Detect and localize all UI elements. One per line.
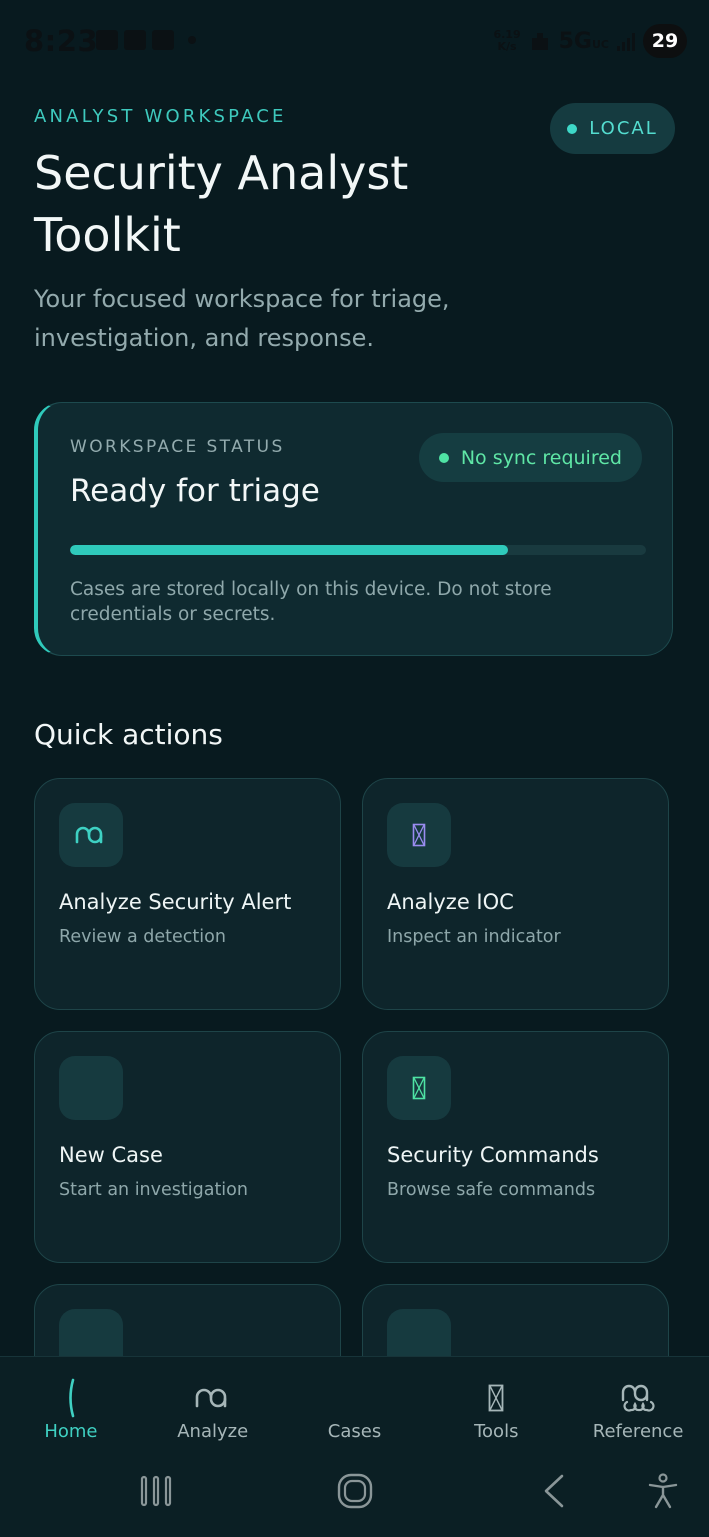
- nav-item-home[interactable]: Home: [0, 1357, 142, 1453]
- nav-item-label: Reference: [592, 1421, 684, 1442]
- missing-glyph-icon: [387, 803, 451, 867]
- nav-item-label: Analyze: [177, 1421, 249, 1442]
- page-subtitle: Your focused workspace for triage, inves…: [34, 285, 450, 352]
- battery-indicator: 29: [643, 24, 687, 58]
- action-card-title: Analyze Security Alert: [59, 890, 292, 914]
- readiness-progress-fill: [70, 545, 508, 555]
- blank-icon: [284, 1379, 426, 1417]
- status-time: 8:23: [24, 24, 99, 58]
- net-speed: 6.19 K/s: [493, 29, 520, 53]
- quick-actions-heading: Quick actions: [34, 718, 223, 751]
- notification-icons: [96, 30, 196, 50]
- net-speed-unit: K/s: [497, 40, 517, 53]
- status-card-value: Ready for triage: [70, 473, 320, 509]
- action-card-subtitle: Inspect an indicator: [387, 927, 561, 947]
- action-card-title: Security Commands: [387, 1143, 599, 1167]
- action-card-subtitle: Browse safe commands: [387, 1180, 596, 1200]
- loop-icon: [142, 1379, 284, 1417]
- more-notifications-icon: [188, 36, 196, 44]
- status-card-note: Cases are stored locally on this device.…: [70, 579, 552, 625]
- action-card-analyze-ioc[interactable]: Analyze IOC Inspect an indicator: [362, 778, 669, 1010]
- nav-item-tools[interactable]: Tools: [425, 1357, 567, 1453]
- action-card-security-commands[interactable]: Security Commands Browse safe commands: [362, 1031, 669, 1263]
- nav-item-label: Tools: [474, 1421, 519, 1442]
- nav-item-reference[interactable]: Reference: [567, 1357, 709, 1453]
- sync-status-badge: No sync required: [418, 433, 642, 482]
- signal-icon: [617, 31, 635, 51]
- action-card-title: Analyze IOC: [387, 890, 514, 914]
- sync-dot-icon: [438, 452, 449, 463]
- notification-app-icon: [96, 30, 118, 50]
- home-system-icon[interactable]: [336, 1471, 374, 1511]
- blank-icon: [59, 1056, 123, 1120]
- network-type: 5GUC: [559, 29, 609, 54]
- status-card-label: WORKSPACE STATUS: [70, 437, 285, 457]
- readiness-progress-bar: [70, 545, 646, 555]
- missing-glyph-icon: [387, 1056, 451, 1120]
- accessibility-icon[interactable]: [646, 1471, 680, 1511]
- mail-icon: [152, 30, 174, 50]
- mode-badge[interactable]: LOCAL: [550, 103, 675, 154]
- notification-app-icon: [124, 30, 146, 50]
- recent-apps-icon[interactable]: [138, 1471, 174, 1511]
- hotspot-icon: [531, 33, 548, 50]
- network-sub-label: UC: [591, 37, 609, 51]
- sync-status-label: No sync required: [460, 446, 622, 469]
- action-card-title: New Case: [59, 1143, 163, 1167]
- page-title: Security Analyst Toolkit: [34, 146, 409, 262]
- network-type-label: 5G: [558, 28, 592, 54]
- nav-item-label: Cases: [327, 1421, 382, 1442]
- mode-dot-icon: [567, 123, 578, 134]
- nav-item-cases[interactable]: Cases: [284, 1357, 426, 1453]
- action-card-new-case[interactable]: New Case Start an investigation: [34, 1031, 341, 1263]
- eyebrow-label: ANALYST WORKSPACE: [34, 106, 287, 127]
- action-card-subtitle: Review a detection: [59, 927, 226, 947]
- bottom-navigation: Home Analyze Cases Tools Reference: [0, 1356, 709, 1537]
- nav-item-label: Home: [44, 1421, 98, 1442]
- missing-glyph-icon: [425, 1379, 567, 1417]
- loop-icon: [59, 803, 123, 867]
- nav-item-analyze[interactable]: Analyze: [142, 1357, 284, 1453]
- mode-badge-label: LOCAL: [589, 118, 658, 139]
- reference-icon: [567, 1379, 709, 1417]
- home-icon: [0, 1378, 142, 1418]
- system-status-bar: 8:23 6.19 K/s 5GUC 29: [0, 0, 709, 84]
- workspace-status-card: WORKSPACE STATUS Ready for triage No syn…: [34, 402, 673, 656]
- action-card-subtitle: Start an investigation: [59, 1180, 248, 1200]
- system-navigation-bar: [0, 1457, 709, 1527]
- action-card-analyze-alert[interactable]: Analyze Security Alert Review a detectio…: [34, 778, 341, 1010]
- back-icon[interactable]: [540, 1471, 568, 1511]
